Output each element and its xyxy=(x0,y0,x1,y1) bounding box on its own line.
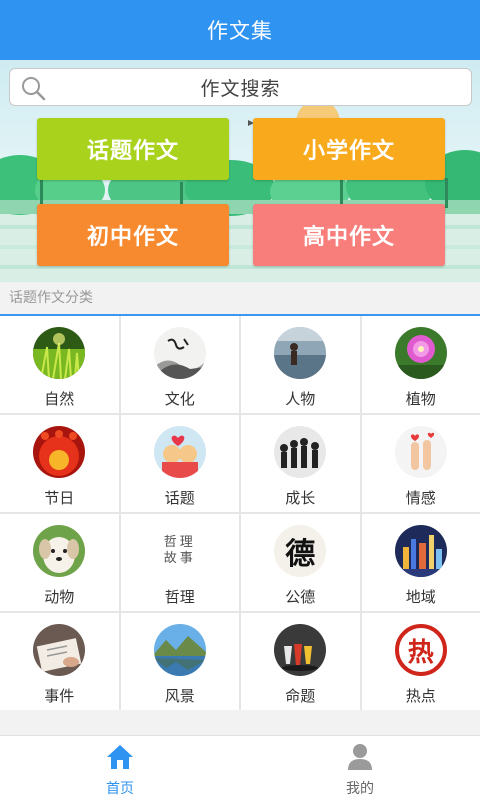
topic-label: 公德 xyxy=(285,588,316,606)
icon-text: 哲理 xyxy=(163,535,196,550)
topic-label: 命题 xyxy=(285,687,316,705)
icon-text: 热 xyxy=(407,637,434,668)
tab-home[interactable]: 首页 xyxy=(0,736,240,800)
philosophy-icon: 哲理 故事 xyxy=(153,525,206,577)
topic-people[interactable]: 人物 xyxy=(241,316,360,413)
growth-icon xyxy=(274,426,327,478)
search-placeholder: 作文搜索 xyxy=(200,77,281,100)
search-bar[interactable]: 作文搜索 xyxy=(9,68,472,106)
app-header: 作文集 xyxy=(0,0,480,60)
topic-philosophy[interactable]: 哲理 故事 哲理 xyxy=(120,514,239,611)
topic-label: 动物 xyxy=(44,588,75,606)
topic-event[interactable]: 事件 xyxy=(0,613,119,710)
topic-topic[interactable]: 话题 xyxy=(120,415,239,512)
topic-label: 植物 xyxy=(405,390,436,408)
topic-label: 人物 xyxy=(285,390,316,408)
hot-icon: 热 xyxy=(394,624,447,676)
topic-plant[interactable]: 植物 xyxy=(361,316,480,413)
event-icon xyxy=(33,624,86,676)
icon-text: 故事 xyxy=(163,551,196,566)
icon-text: 德 xyxy=(285,537,316,572)
topic-grid: 自然 文化 人物 植物 节日 话题 成长 情感 动物 哲理 故事 哲理 德 公德… xyxy=(0,316,480,710)
topic-label: 文化 xyxy=(164,390,195,408)
topic-proposition[interactable]: 命题 xyxy=(241,613,360,710)
topic-label: 节日 xyxy=(44,489,75,507)
festival-icon xyxy=(33,426,86,478)
topic-hot[interactable]: 热 热点 xyxy=(361,613,480,710)
animal-icon xyxy=(33,525,86,577)
proposition-icon xyxy=(274,624,327,676)
people-icon xyxy=(274,327,327,379)
user-icon xyxy=(348,744,372,770)
topic-scenery[interactable]: 风景 xyxy=(120,613,239,710)
region-icon xyxy=(394,525,447,577)
tab-mine[interactable]: 我的 xyxy=(240,736,480,800)
topic-label: 自然 xyxy=(44,390,75,408)
topic-essay-button[interactable]: 话题作文 xyxy=(37,118,229,180)
primary-school-essay-button[interactable]: 小学作文 xyxy=(253,118,445,180)
page-title: 作文集 xyxy=(207,19,273,43)
home-icon xyxy=(107,745,133,769)
culture-icon xyxy=(153,327,206,379)
topic-label: 成长 xyxy=(285,489,316,507)
topic-label: 热点 xyxy=(405,687,436,705)
topic-emotion[interactable]: 情感 xyxy=(361,415,480,512)
senior-high-essay-button[interactable]: 高中作文 xyxy=(253,204,445,266)
nature-icon xyxy=(33,327,86,379)
bottom-tab-bar: 首页 我的 xyxy=(0,735,480,800)
topic-culture[interactable]: 文化 xyxy=(120,316,239,413)
topic-morality[interactable]: 德 公德 xyxy=(241,514,360,611)
topic-animal[interactable]: 动物 xyxy=(0,514,119,611)
topic-growth[interactable]: 成长 xyxy=(241,415,360,512)
topic-label: 风景 xyxy=(164,687,195,705)
morality-icon: 德 xyxy=(274,525,327,577)
section-title: 话题作文分类 xyxy=(9,290,93,306)
search-icon xyxy=(22,77,46,101)
tab-label: 首页 xyxy=(106,781,134,797)
tab-label: 我的 xyxy=(346,781,374,797)
topic-label: 情感 xyxy=(405,489,436,507)
plant-icon xyxy=(394,327,447,379)
topic-festival[interactable]: 节日 xyxy=(0,415,119,512)
topic-label: 地域 xyxy=(405,588,436,606)
topic-nature[interactable]: 自然 xyxy=(0,316,119,413)
topic-label: 事件 xyxy=(44,687,75,705)
topic-region[interactable]: 地域 xyxy=(361,514,480,611)
scenery-icon xyxy=(153,624,206,676)
emotion-icon xyxy=(394,426,447,478)
topic-icon xyxy=(153,426,206,478)
junior-high-essay-button[interactable]: 初中作文 xyxy=(37,204,229,266)
topic-label: 哲理 xyxy=(164,588,195,606)
topic-label: 话题 xyxy=(164,489,195,507)
